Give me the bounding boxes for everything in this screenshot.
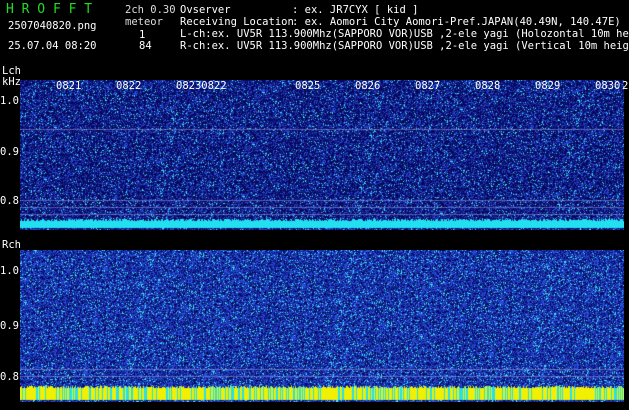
location-label: Receiving Location	[180, 16, 294, 28]
app-title: H R O F F T	[6, 2, 93, 17]
rch-tick-0-9: 0.9	[0, 320, 19, 332]
observer-label: Ovserver	[180, 4, 231, 16]
lch-tick-0-9: 0.9	[0, 146, 19, 158]
khz-label: kHz	[2, 76, 21, 88]
event-type: meteor	[125, 16, 163, 28]
time-label-0828: 0828	[475, 80, 501, 92]
rch-waterfall	[20, 250, 624, 402]
time-label-0830: 0830	[595, 80, 621, 92]
time-label-08230822: 08230822	[176, 80, 227, 92]
time-label-partial: 2	[622, 80, 629, 92]
rch-label: Rch	[2, 239, 21, 251]
lch-label: Lch	[2, 65, 21, 77]
time-label-0821: 0821	[56, 80, 82, 92]
file-name: 2507040820.png	[8, 20, 97, 32]
rch-description: R-ch:ex. UV5R 113.900Mhz(SAPPORO VOR)USB…	[180, 40, 629, 52]
lch-count: 1	[139, 29, 146, 41]
lch-waterfall	[20, 80, 624, 230]
time-label-0827: 0827	[415, 80, 441, 92]
observer-value: : ex. JR7CYX [ kid ]	[292, 4, 419, 16]
time-label-0829: 0829	[535, 80, 561, 92]
location-value: : ex. Aomori City Aomori-Pref.JAPAN(40.4…	[292, 16, 621, 28]
time-label-0826: 0826	[355, 80, 381, 92]
app-version: 2ch 0.30	[125, 4, 176, 16]
lch-description: L-ch:ex. UV5R 113.900Mhz(SAPPORO VOR)USB…	[180, 28, 629, 40]
rch-count: 84	[139, 40, 152, 52]
lch-tick-0-8: 0.8	[0, 195, 19, 207]
rch-tick-0-8: 0.8	[0, 371, 19, 383]
file-datetime: 25.07.04 08:20	[8, 40, 97, 52]
lch-tick-1-0: 1.0	[0, 95, 19, 107]
time-label-0822: 0822	[116, 80, 142, 92]
rch-tick-1-0: 1.0	[0, 265, 19, 277]
time-label-0825: 0825	[295, 80, 321, 92]
